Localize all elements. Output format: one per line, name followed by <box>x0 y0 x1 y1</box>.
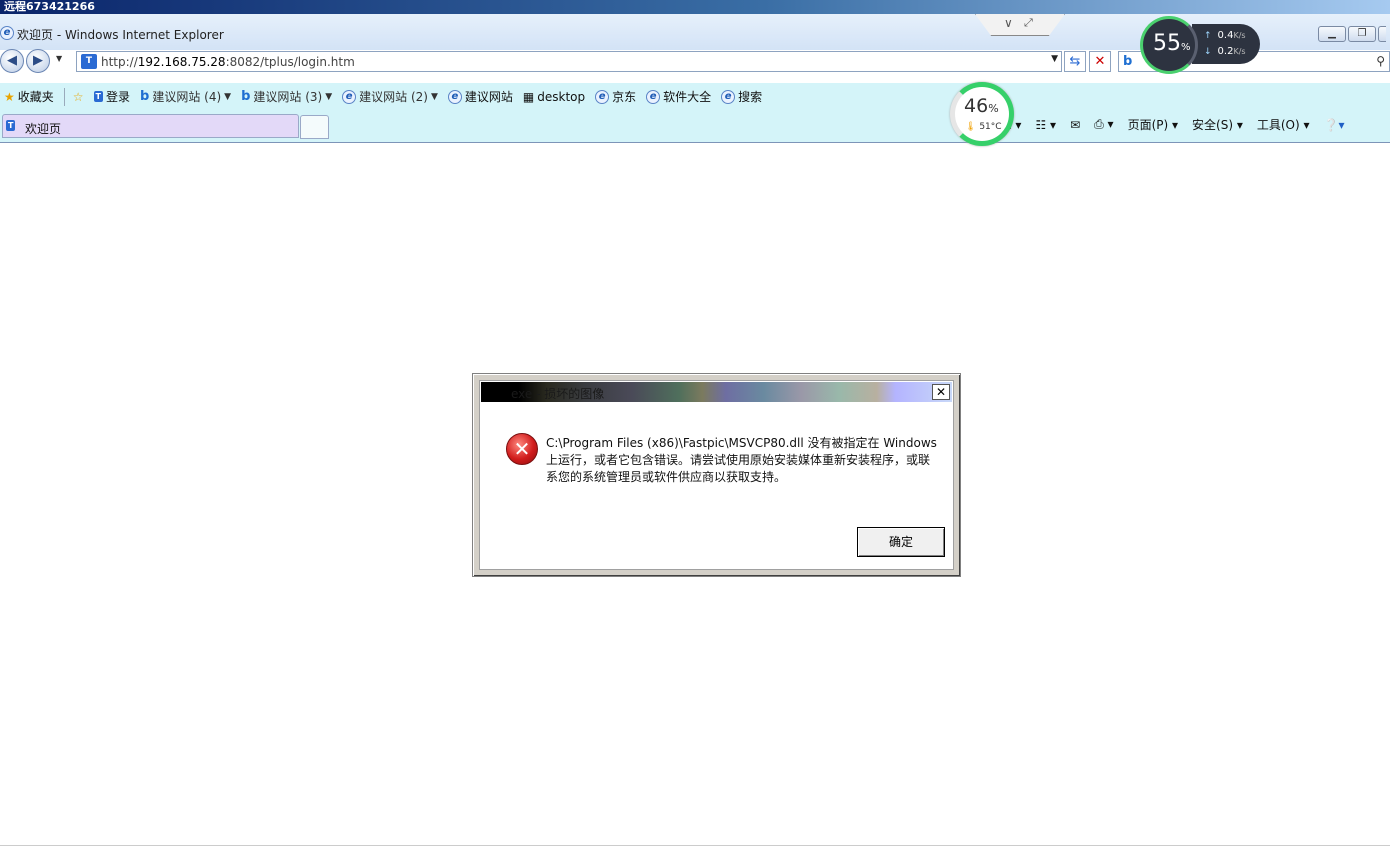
favorite-item-suggested[interactable]: e 建议网站 <box>447 88 513 105</box>
dialog-title: exe - 损坏的图像 <box>511 387 605 401</box>
ie-page-icon: e <box>646 89 661 104</box>
error-dialog: exe - 损坏的图像 ✕ ✕ C:\Program Files (x86)\F… <box>472 373 961 577</box>
address-url[interactable]: http://192.168.75.28:8082/tplus/login.ht… <box>101 55 355 69</box>
remote-session-title: 远程673421266 <box>4 0 95 13</box>
bing-icon: b <box>1123 54 1133 69</box>
download-arrow-icon: ↓ <box>1204 47 1212 57</box>
tab-welcome[interactable]: T 欢迎页 <box>2 114 299 138</box>
page-menu[interactable]: 页面(P) ▾ <box>1128 116 1178 133</box>
network-speed-panel: ↑ 0.4K/s ↓ 0.2K/s <box>1192 24 1260 64</box>
dialog-body: exe - 损坏的图像 ✕ ✕ C:\Program Files (x86)\F… <box>479 380 954 570</box>
fullscreen-icon[interactable]: ⤢ <box>1024 16 1033 30</box>
tab-bar: T 欢迎页 ⌂ ▾ ☷ ▾ ✉ ⎙ ▾ 页面(P) ▾ 安全(S) ▾ 工具(O… <box>0 110 1390 143</box>
new-tab-button[interactable] <box>300 115 329 139</box>
dialog-close-button[interactable]: ✕ <box>932 384 950 400</box>
window-controls: ▁ ❐ <box>1318 26 1386 42</box>
upload-speed: ↑ 0.4K/s <box>1204 30 1246 41</box>
favorite-item-suggested-2[interactable]: e 建议网站 (2) ▼ <box>342 88 438 105</box>
window-title: 欢迎页 - Windows Internet Explorer <box>17 28 224 42</box>
cpu-monitor-widget[interactable]: 46% 🌡 51°C <box>950 82 1014 146</box>
favorites-separator <box>63 87 65 106</box>
download-speed: ↓ 0.2K/s <box>1204 46 1246 57</box>
thermometer-icon: 🌡 <box>965 122 977 132</box>
cpu-percent: 46% <box>964 95 999 117</box>
add-favorite-button[interactable]: ☆ <box>73 90 84 104</box>
tplus-icon: T <box>93 91 104 102</box>
print-icon[interactable]: ⎙ ▾ <box>1094 117 1113 132</box>
dialog-message: C:\Program Files (x86)\Fastpic\MSVCP80.d… <box>546 436 937 484</box>
memory-percent: 55% <box>1153 31 1191 56</box>
ie-page-icon: e <box>721 89 736 104</box>
rss-feed-icon[interactable]: ☷ ▾ <box>1035 118 1056 132</box>
favorite-item-software[interactable]: e 软件大全 <box>646 88 711 105</box>
search-icon[interactable]: ⚲ <box>1376 54 1385 68</box>
command-bar: ⌂ ▾ ☷ ▾ ✉ ⎙ ▾ 页面(P) ▾ 安全(S) ▾ 工具(O) ▾ ❔▾ <box>1004 116 1345 133</box>
refresh-button[interactable]: ⇆ <box>1064 51 1086 72</box>
ie-logo-icon: e <box>0 26 14 40</box>
favorite-item-suggested-3[interactable]: b 建议网站 (3) ▼ <box>241 88 332 105</box>
stop-button[interactable]: ✕ <box>1089 51 1111 72</box>
error-icon: ✕ <box>506 433 538 465</box>
back-button[interactable]: ◀ <box>0 49 24 73</box>
tplus-icon: T <box>6 120 16 131</box>
site-favicon-icon: T <box>81 54 97 69</box>
safety-menu[interactable]: 安全(S) ▾ <box>1192 116 1243 133</box>
favorite-item-login[interactable]: T 登录 <box>93 88 130 105</box>
close-window-button[interactable] <box>1378 26 1386 42</box>
help-icon[interactable]: ❔▾ <box>1324 118 1345 132</box>
status-divider <box>0 845 1390 846</box>
calendar-icon: ▦ <box>522 89 535 104</box>
add-favorite-star-icon: ☆ <box>72 89 84 104</box>
restore-button[interactable]: ❐ <box>1348 26 1376 42</box>
favorites-button[interactable]: ★ 收藏夹 <box>4 88 54 105</box>
memory-network-widget[interactable]: ↑ 0.4K/s ↓ 0.2K/s 55% <box>1140 16 1260 74</box>
upload-arrow-icon: ↑ <box>1204 31 1212 41</box>
chevron-down-icon: ▼ <box>325 91 333 102</box>
favorite-item-jd[interactable]: e 京东 <box>595 88 636 105</box>
favorite-item-desktop[interactable]: ▦ desktop <box>523 90 585 104</box>
ok-button[interactable]: 确定 <box>857 527 945 557</box>
favorite-item-search[interactable]: e 搜索 <box>721 88 762 105</box>
ie-page-icon: e <box>447 89 462 104</box>
chevron-down-icon: ▼ <box>430 91 438 102</box>
bing-icon: b <box>140 89 150 104</box>
favorite-item-suggested-4[interactable]: b 建议网站 (4) ▼ <box>140 88 231 105</box>
forward-button[interactable]: ▶ <box>26 49 50 73</box>
chevron-down-icon: ▼ <box>224 91 232 102</box>
memory-usage-gauge: 55% <box>1140 16 1198 74</box>
remote-session-bar: 远程673421266 <box>0 0 1390 14</box>
star-icon: ★ <box>4 89 15 104</box>
ie-page-icon: e <box>342 89 357 104</box>
history-dropdown-icon[interactable]: ▼ <box>56 54 62 63</box>
ie-page-icon: e <box>595 89 610 104</box>
collapse-chevron-icon[interactable]: ∨ <box>1004 16 1013 30</box>
minimize-button[interactable]: ▁ <box>1318 26 1346 42</box>
dialog-title-bar[interactable]: exe - 损坏的图像 ✕ <box>481 382 952 402</box>
address-bar[interactable]: T http://192.168.75.28:8082/tplus/login.… <box>76 51 1062 72</box>
favorites-bar: ★ 收藏夹 ☆ T 登录 b 建议网站 (4) ▼ b 建议网站 (3) ▼ e… <box>0 83 1390 110</box>
address-dropdown-icon[interactable]: ▼ <box>1051 54 1058 64</box>
tools-menu[interactable]: 工具(O) ▾ <box>1257 116 1310 133</box>
cpu-temperature: 🌡 51°C <box>965 122 1002 132</box>
mail-icon[interactable]: ✉ <box>1070 118 1080 132</box>
bing-icon: b <box>241 89 251 104</box>
